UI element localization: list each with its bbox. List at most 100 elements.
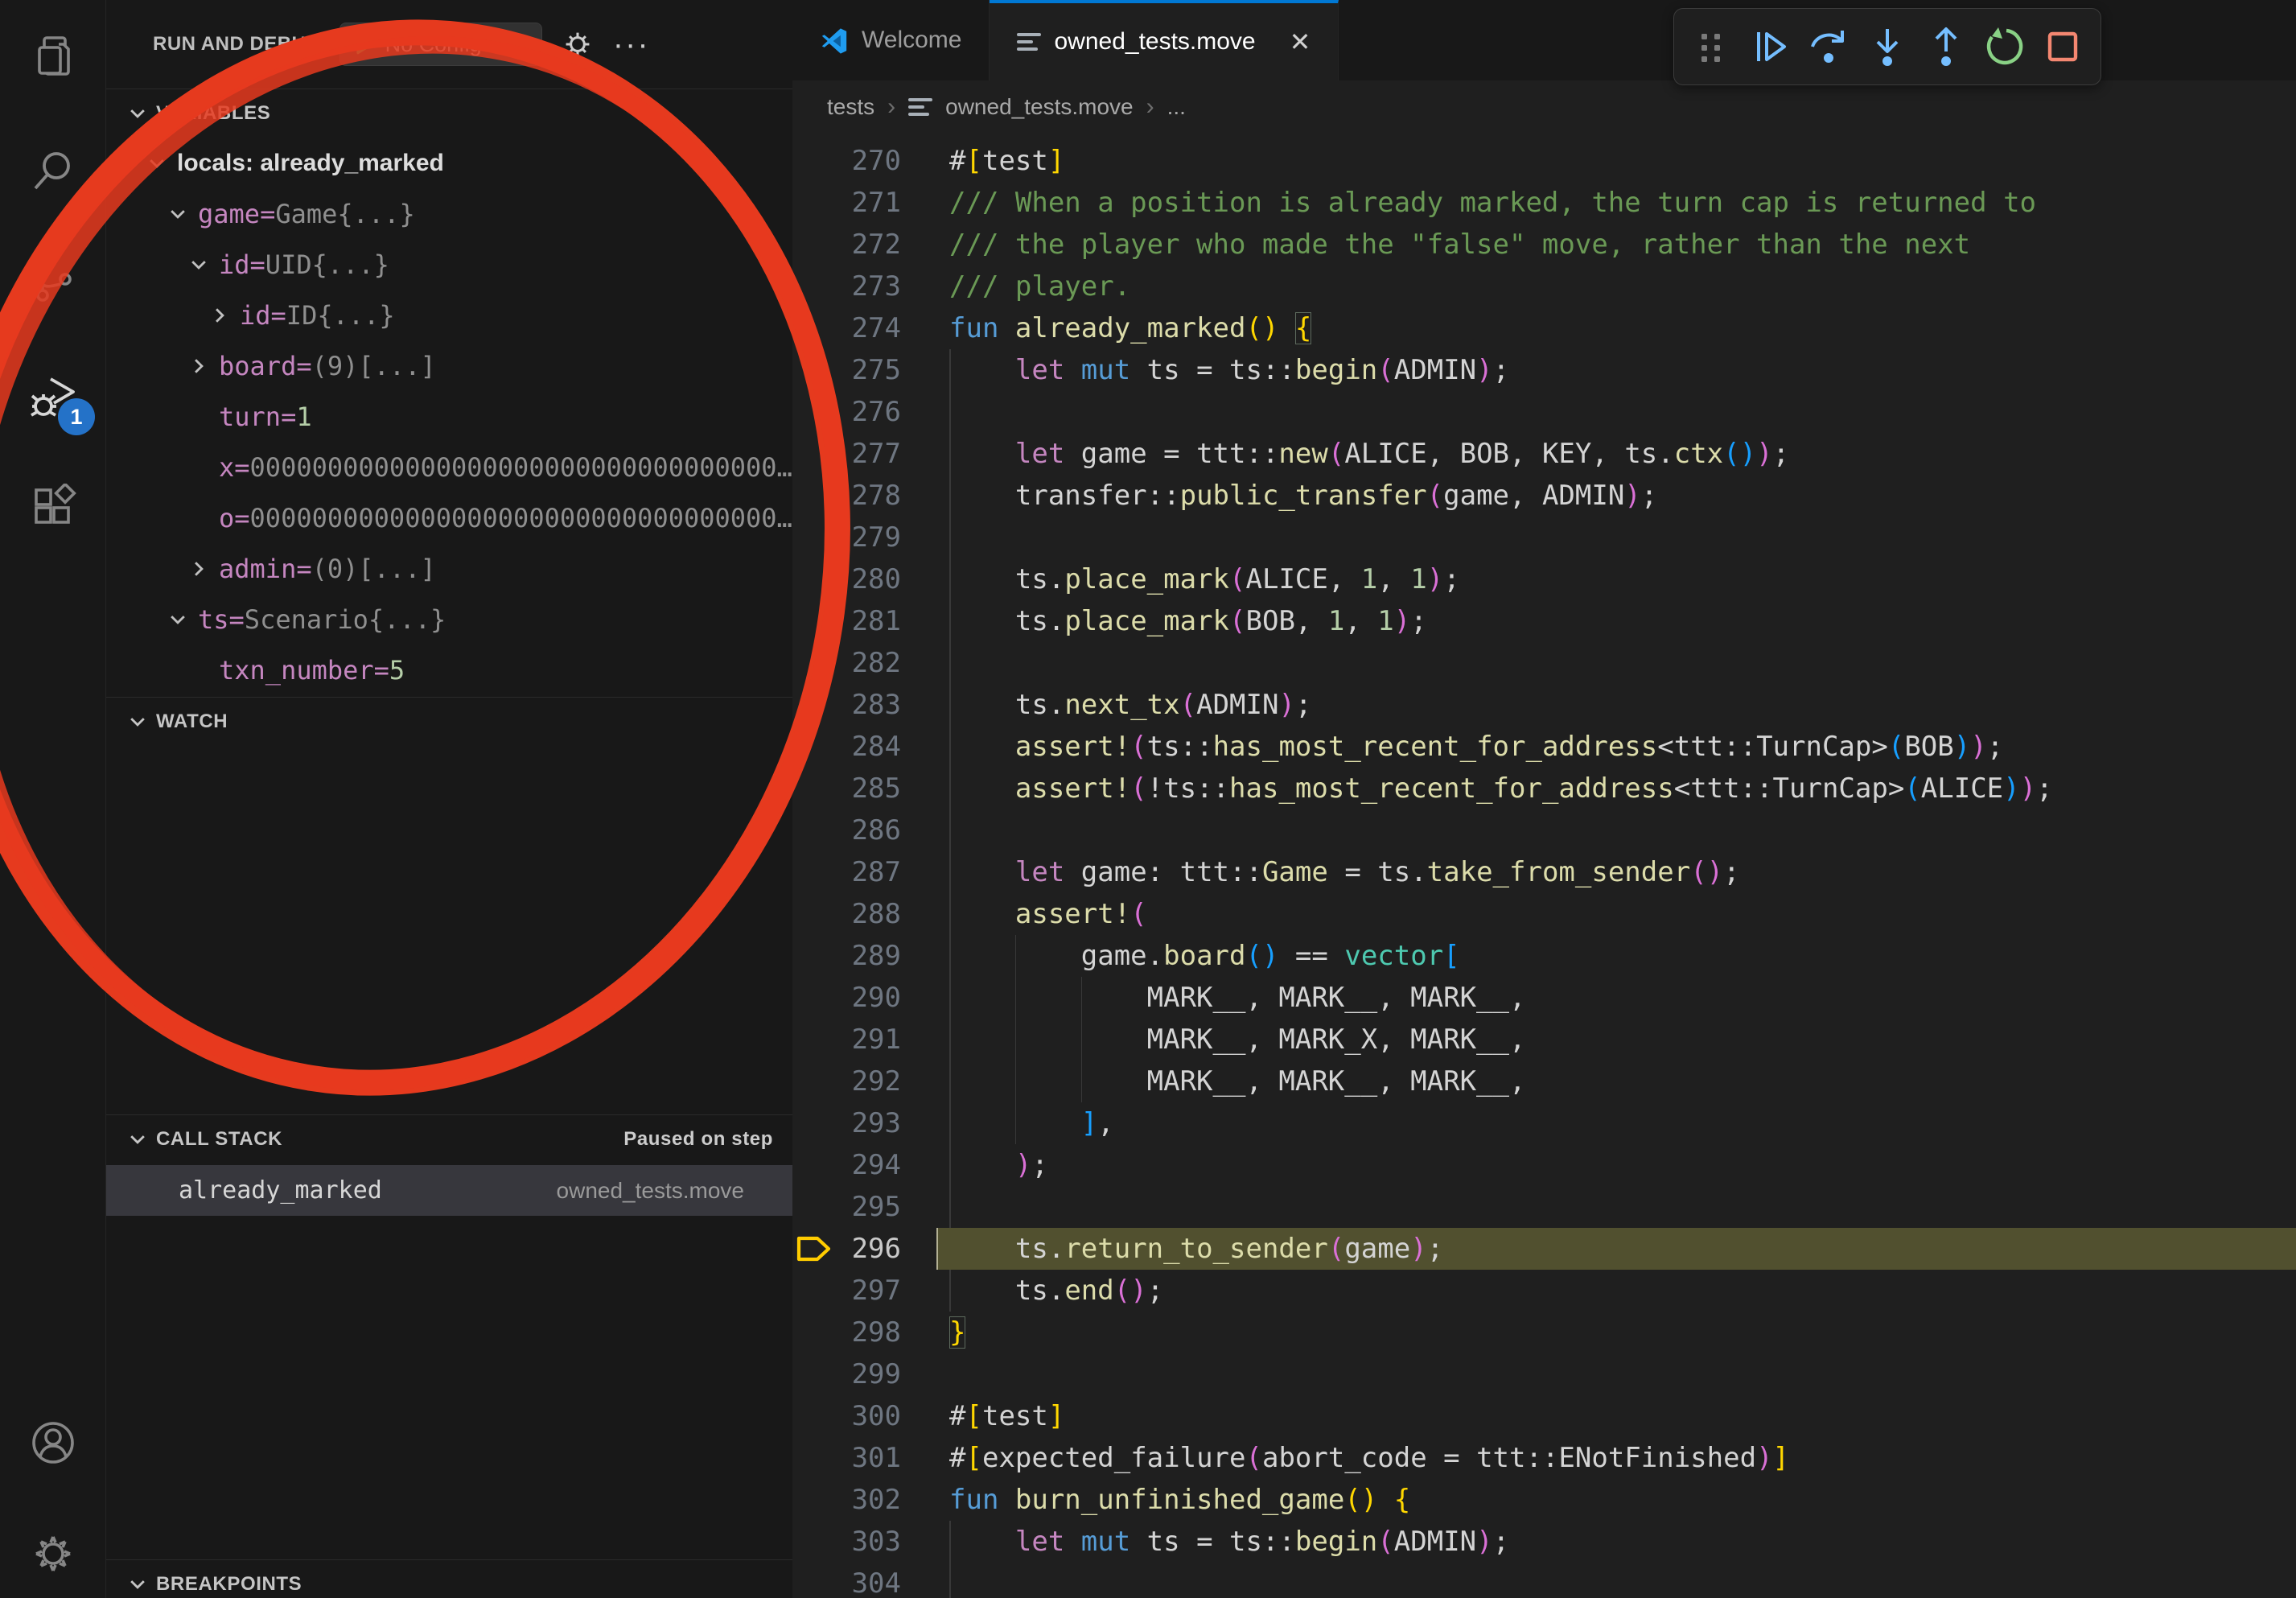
- launch-config-dropdown[interactable]: No Configur: [339, 23, 542, 66]
- editor-gutter[interactable]: 283: [792, 684, 949, 726]
- editor-gutter[interactable]: 278: [792, 475, 949, 517]
- editor-gutter[interactable]: 289: [792, 935, 949, 977]
- code-text[interactable]: }: [949, 1312, 2296, 1353]
- code-text[interactable]: assert!(: [949, 893, 2296, 935]
- code-line[interactable]: 274fun already_marked() {: [792, 307, 2296, 349]
- variable-row[interactable]: ts = Scenario{...}: [106, 594, 792, 645]
- code-text[interactable]: ts.end();: [949, 1270, 2296, 1312]
- variable-row[interactable]: txn_number = 5: [106, 645, 792, 695]
- code-line[interactable]: 286: [792, 809, 2296, 851]
- editor-gutter[interactable]: 273: [792, 266, 949, 307]
- breakpoints-section-header[interactable]: BREAKPOINTS: [106, 1560, 792, 1598]
- editor-gutter[interactable]: 299: [792, 1353, 949, 1395]
- editor-gutter[interactable]: 287: [792, 851, 949, 893]
- stop-button[interactable]: [2037, 21, 2088, 72]
- tab-welcome[interactable]: Welcome: [792, 0, 990, 80]
- code-line[interactable]: 302fun burn_unfinished_game() {: [792, 1479, 2296, 1521]
- editor-gutter[interactable]: 276: [792, 391, 949, 433]
- code-text[interactable]: transfer::public_transfer(game, ADMIN);: [949, 475, 2296, 517]
- code-line[interactable]: 300#[test]: [792, 1395, 2296, 1437]
- code-text[interactable]: /// player.: [949, 266, 2296, 307]
- code-text[interactable]: let mut ts = ts::begin(ADMIN);: [949, 1521, 2296, 1563]
- step-out-button[interactable]: [1920, 21, 1972, 72]
- chevron-down-icon[interactable]: [146, 153, 167, 174]
- code-text[interactable]: ts.place_mark(BOB, 1, 1);: [949, 600, 2296, 642]
- code-text[interactable]: );: [949, 1144, 2296, 1186]
- chevron-down-icon[interactable]: [167, 609, 188, 630]
- code-line[interactable]: 277 let game = ttt::new(ALICE, BOB, KEY,…: [792, 433, 2296, 475]
- editor-gutter[interactable]: 304: [792, 1563, 949, 1598]
- code-line[interactable]: 270#[test]: [792, 140, 2296, 182]
- code-text[interactable]: game.board() == vector[: [949, 935, 2296, 977]
- close-tab-icon[interactable]: ✕: [1290, 27, 1311, 57]
- start-debug-icon[interactable]: [352, 31, 377, 57]
- code-text[interactable]: MARK__, MARK__, MARK__,: [949, 977, 2296, 1019]
- editor-gutter[interactable]: 294: [792, 1144, 949, 1186]
- code-line[interactable]: 291 MARK__, MARK_X, MARK__,: [792, 1019, 2296, 1061]
- tab-owned-tests[interactable]: owned_tests.move ✕: [990, 0, 1339, 80]
- editor-gutter[interactable]: 285: [792, 768, 949, 809]
- code-text[interactable]: let mut ts = ts::begin(ADMIN);: [949, 349, 2296, 391]
- code-line[interactable]: 271/// When a position is already marked…: [792, 182, 2296, 224]
- editor-gutter[interactable]: 284: [792, 726, 949, 768]
- code-line[interactable]: 298}: [792, 1312, 2296, 1353]
- breadcrumb-folder[interactable]: tests: [827, 94, 874, 120]
- variable-row[interactable]: turn = 1: [106, 391, 792, 442]
- editor-gutter[interactable]: 272: [792, 224, 949, 266]
- call-stack-section-header[interactable]: CALL STACK Paused on step: [106, 1115, 792, 1163]
- editor-gutter[interactable]: 295: [792, 1186, 949, 1228]
- code-line[interactable]: 278 transfer::public_transfer(game, ADMI…: [792, 475, 2296, 517]
- code-text[interactable]: let game = ttt::new(ALICE, BOB, KEY, ts.…: [949, 433, 2296, 475]
- code-line[interactable]: 272/// the player who made the "false" m…: [792, 224, 2296, 266]
- editor-gutter[interactable]: 303: [792, 1521, 949, 1563]
- code-text[interactable]: ts.place_mark(ALICE, 1, 1);: [949, 558, 2296, 600]
- step-into-button[interactable]: [1862, 21, 1913, 72]
- code-line[interactable]: 294 );: [792, 1144, 2296, 1186]
- editor-gutter[interactable]: 271: [792, 182, 949, 224]
- code-line[interactable]: 284 assert!(ts::has_most_recent_for_addr…: [792, 726, 2296, 768]
- code-line[interactable]: 304: [792, 1563, 2296, 1598]
- variable-row[interactable]: o = 0000000000000000000000000000000000…: [106, 492, 792, 543]
- chevron-right-icon[interactable]: [209, 305, 230, 326]
- variable-row[interactable]: admin = (0)[...]: [106, 543, 792, 594]
- editor-gutter[interactable]: 270: [792, 140, 949, 182]
- code-line[interactable]: 283 ts.next_tx(ADMIN);: [792, 684, 2296, 726]
- code-text[interactable]: assert!(!ts::has_most_recent_for_address…: [949, 768, 2296, 809]
- code-text[interactable]: [949, 391, 2296, 433]
- step-over-button[interactable]: [1803, 21, 1854, 72]
- code-line[interactable]: 299: [792, 1353, 2296, 1395]
- editor-gutter[interactable]: 301: [792, 1437, 949, 1479]
- debug-settings-gear-icon[interactable]: [560, 27, 595, 62]
- code-line[interactable]: 295: [792, 1186, 2296, 1228]
- editor-gutter[interactable]: 302: [792, 1479, 949, 1521]
- code-line[interactable]: 290 MARK__, MARK__, MARK__,: [792, 977, 2296, 1019]
- editor-gutter[interactable]: 282: [792, 642, 949, 684]
- more-actions-icon[interactable]: ···: [613, 27, 650, 63]
- editor-gutter[interactable]: 286: [792, 809, 949, 851]
- editor-gutter[interactable]: 274: [792, 307, 949, 349]
- search-icon[interactable]: [0, 126, 106, 215]
- editor-gutter[interactable]: 300: [792, 1395, 949, 1437]
- settings-gear-icon[interactable]: [0, 1509, 106, 1598]
- editor-gutter[interactable]: 291: [792, 1019, 949, 1061]
- code-text[interactable]: #[expected_failure(abort_code = ttt::ENo…: [949, 1437, 2296, 1479]
- code-text[interactable]: assert!(ts::has_most_recent_for_address<…: [949, 726, 2296, 768]
- code-text[interactable]: ts.next_tx(ADMIN);: [949, 684, 2296, 726]
- breadcrumb-more[interactable]: ...: [1167, 94, 1186, 120]
- variable-row[interactable]: board = (9)[...]: [106, 340, 792, 391]
- editor-gutter[interactable]: 292: [792, 1061, 949, 1102]
- chevron-down-icon[interactable]: [188, 254, 209, 275]
- breadcrumb-file[interactable]: owned_tests.move: [945, 94, 1133, 120]
- editor-gutter[interactable]: 293: [792, 1102, 949, 1144]
- variable-row[interactable]: x = 0000000000000000000000000000000000…: [106, 442, 792, 492]
- code-text[interactable]: ],: [949, 1102, 2296, 1144]
- variable-row[interactable]: game = Game{...}: [106, 188, 792, 239]
- code-line[interactable]: 287 let game: ttt::Game = ts.take_from_s…: [792, 851, 2296, 893]
- code-text[interactable]: MARK__, MARK_X, MARK__,: [949, 1019, 2296, 1061]
- run-and-debug-icon[interactable]: 1: [0, 352, 106, 440]
- extensions-icon[interactable]: [0, 463, 106, 551]
- code-line[interactable]: 303 let mut ts = ts::begin(ADMIN);: [792, 1521, 2296, 1563]
- variables-section-header[interactable]: VARIABLES: [106, 89, 792, 138]
- code-line[interactable]: 279: [792, 517, 2296, 558]
- editor-gutter[interactable]: 290: [792, 977, 949, 1019]
